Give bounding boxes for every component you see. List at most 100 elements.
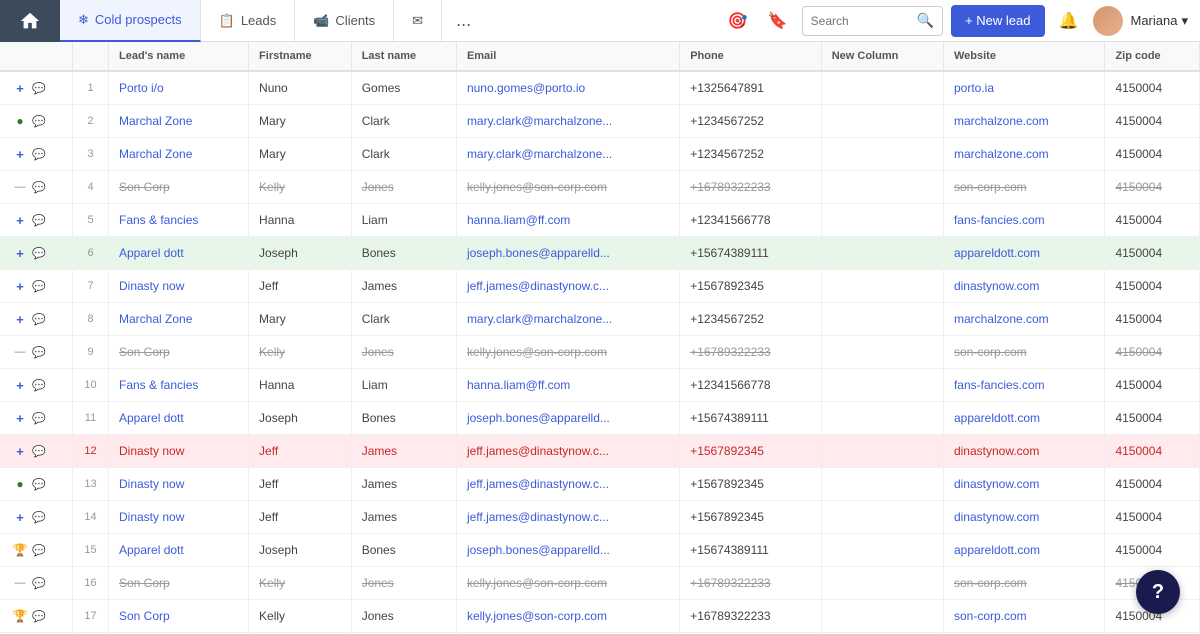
row-lead-name[interactable]: Marchal Zone — [109, 105, 249, 138]
row-chat-icon[interactable]: 💬 — [31, 146, 47, 162]
row-website[interactable]: fans-fancies.com — [943, 204, 1104, 237]
bookmark-icon-button[interactable]: 🔖 — [762, 5, 794, 37]
search-input[interactable] — [811, 14, 911, 28]
row-chat-icon[interactable]: 💬 — [31, 344, 47, 360]
row-lead-name[interactable]: Apparel dott — [109, 402, 249, 435]
row-add-icon[interactable]: 🏆 — [12, 542, 28, 558]
row-add-icon[interactable]: + — [12, 377, 28, 393]
row-website[interactable]: fans-fancies.com — [943, 369, 1104, 402]
row-chat-icon[interactable]: 💬 — [31, 377, 47, 393]
row-chat-icon[interactable]: 💬 — [31, 542, 47, 558]
row-add-icon[interactable]: 🏆 — [12, 608, 28, 624]
row-email[interactable]: jeff.james@dinastynow.c... — [456, 270, 679, 303]
row-lead-name[interactable]: Dinasty now — [109, 501, 249, 534]
row-lead-name[interactable]: Fans & fancies — [109, 369, 249, 402]
tab-clients[interactable]: 📹 Clients — [295, 0, 394, 42]
row-lead-name[interactable]: Son Corp — [109, 171, 249, 204]
row-website[interactable]: appareldott.com — [943, 237, 1104, 270]
row-chat-icon[interactable]: 💬 — [31, 245, 47, 261]
row-chat-icon[interactable]: 💬 — [31, 575, 47, 591]
row-email[interactable]: kelly.jones@son-corp.com — [456, 600, 679, 633]
tab-cold-prospects[interactable]: ❄ Cold prospects — [60, 0, 201, 42]
row-add-icon[interactable]: + — [12, 509, 28, 525]
target-icon-button[interactable]: 🎯 — [722, 5, 754, 37]
row-email[interactable]: mary.clark@marchalzone... — [456, 138, 679, 171]
row-phone: +1567892345 — [680, 435, 822, 468]
row-website[interactable]: porto.ia — [943, 71, 1104, 105]
row-email[interactable]: joseph.bones@apparelld... — [456, 237, 679, 270]
row-lead-name[interactable]: Marchal Zone — [109, 303, 249, 336]
row-chat-icon[interactable]: 💬 — [31, 443, 47, 459]
row-website[interactable]: son-corp.com — [943, 600, 1104, 633]
row-email[interactable]: jeff.james@dinastynow.c... — [456, 501, 679, 534]
row-website[interactable]: son-corp.com — [943, 567, 1104, 600]
row-add-icon[interactable]: + — [12, 443, 28, 459]
row-chat-icon[interactable]: 💬 — [31, 212, 47, 228]
user-name[interactable]: Mariana ▾ — [1131, 13, 1189, 29]
row-website[interactable]: appareldott.com — [943, 402, 1104, 435]
row-lead-name[interactable]: Dinasty now — [109, 468, 249, 501]
row-chat-icon[interactable]: 💬 — [31, 278, 47, 294]
tab-leads[interactable]: 📋 Leads — [201, 0, 296, 42]
row-chat-icon[interactable]: 💬 — [31, 509, 47, 525]
row-lead-name[interactable]: Dinasty now — [109, 270, 249, 303]
row-website[interactable]: dinastynow.com — [943, 435, 1104, 468]
more-tabs-button[interactable]: ... — [442, 0, 485, 42]
row-lead-name[interactable]: Fans & fancies — [109, 204, 249, 237]
row-lead-name[interactable]: Dinasty now — [109, 435, 249, 468]
row-website[interactable]: marchalzone.com — [943, 303, 1104, 336]
row-email[interactable]: kelly.jones@son-corp.com — [456, 567, 679, 600]
home-button[interactable] — [0, 0, 60, 42]
row-add-icon[interactable]: + — [12, 146, 28, 162]
row-add-icon[interactable]: — — [12, 344, 28, 360]
row-lead-name[interactable]: Apparel dott — [109, 237, 249, 270]
row-add-icon[interactable]: + — [12, 245, 28, 261]
row-website[interactable]: son-corp.com — [943, 336, 1104, 369]
row-website[interactable]: dinastynow.com — [943, 270, 1104, 303]
row-add-icon[interactable]: + — [12, 212, 28, 228]
row-chat-icon[interactable]: 💬 — [31, 476, 47, 492]
row-email[interactable]: kelly.jones@son-corp.com — [456, 171, 679, 204]
row-chat-icon[interactable]: 💬 — [31, 113, 47, 129]
row-chat-icon[interactable]: 💬 — [31, 80, 47, 96]
row-website[interactable]: son-corp.com — [943, 171, 1104, 204]
row-website[interactable]: dinastynow.com — [943, 468, 1104, 501]
notifications-button[interactable]: 🔔 — [1053, 5, 1085, 37]
row-lead-name[interactable]: Son Corp — [109, 600, 249, 633]
row-add-icon[interactable]: + — [12, 410, 28, 426]
row-add-icon[interactable]: + — [12, 80, 28, 96]
row-chat-icon[interactable]: 💬 — [31, 179, 47, 195]
row-website[interactable]: dinastynow.com — [943, 501, 1104, 534]
row-email[interactable]: joseph.bones@apparelld... — [456, 402, 679, 435]
row-email[interactable]: jeff.james@dinastynow.c... — [456, 468, 679, 501]
row-email[interactable]: mary.clark@marchalzone... — [456, 105, 679, 138]
row-lead-name[interactable]: Marchal Zone — [109, 138, 249, 171]
row-email[interactable]: nuno.gomes@porto.io — [456, 71, 679, 105]
row-website[interactable]: marchalzone.com — [943, 138, 1104, 171]
row-chat-icon[interactable]: 💬 — [31, 410, 47, 426]
row-email[interactable]: mary.clark@marchalzone... — [456, 303, 679, 336]
row-add-icon[interactable]: — — [12, 179, 28, 195]
tab-email[interactable]: ✉ — [394, 0, 442, 42]
row-lead-name[interactable]: Apparel dott — [109, 534, 249, 567]
new-lead-button[interactable]: + New lead — [951, 5, 1044, 37]
row-lead-name[interactable]: Son Corp — [109, 567, 249, 600]
row-add-icon[interactable]: ● — [12, 113, 28, 129]
row-email[interactable]: kelly.jones@son-corp.com — [456, 336, 679, 369]
row-chat-icon[interactable]: 💬 — [31, 311, 47, 327]
row-email[interactable]: hanna.liam@ff.com — [456, 369, 679, 402]
row-email[interactable]: hanna.liam@ff.com — [456, 204, 679, 237]
row-email[interactable]: jeff.james@dinastynow.c... — [456, 435, 679, 468]
row-add-icon[interactable]: + — [12, 278, 28, 294]
row-add-icon[interactable]: — — [12, 575, 28, 591]
row-phone: +15674389111 — [680, 402, 822, 435]
row-lead-name[interactable]: Son Corp — [109, 336, 249, 369]
row-lead-name[interactable]: Porto i/o — [109, 71, 249, 105]
row-add-icon[interactable]: ● — [12, 476, 28, 492]
row-website[interactable]: marchalzone.com — [943, 105, 1104, 138]
help-button[interactable]: ? — [1136, 570, 1180, 614]
row-add-icon[interactable]: + — [12, 311, 28, 327]
row-chat-icon[interactable]: 💬 — [31, 608, 47, 624]
row-email[interactable]: joseph.bones@apparelld... — [456, 534, 679, 567]
row-website[interactable]: appareldott.com — [943, 534, 1104, 567]
